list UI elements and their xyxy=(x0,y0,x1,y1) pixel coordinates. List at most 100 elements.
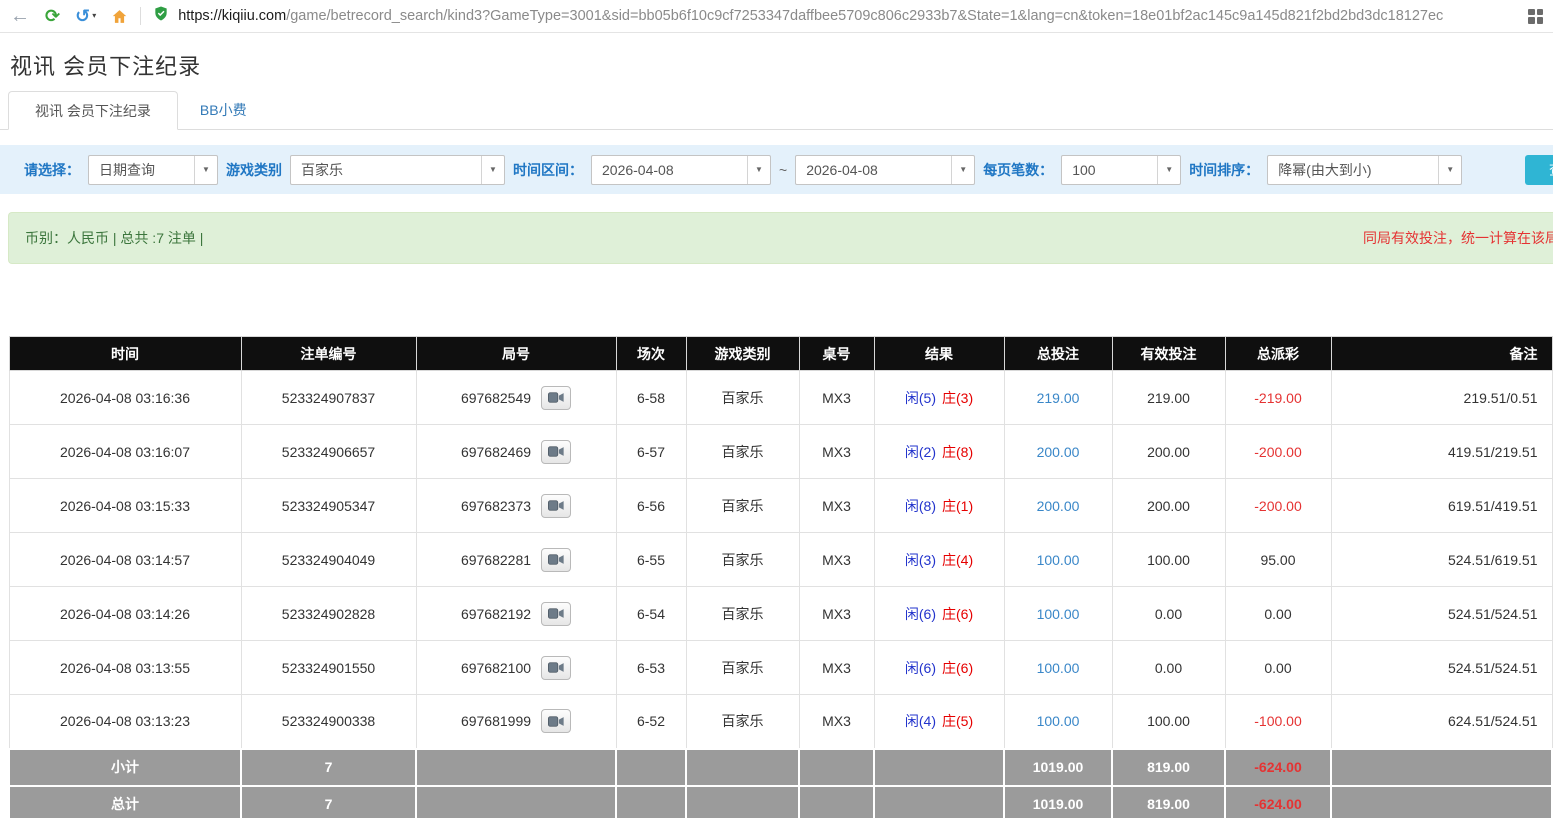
cell-result: 闲(5)庄(3) xyxy=(874,371,1004,425)
total-row-cell-8: 819.00 xyxy=(1112,786,1225,818)
game-type-select[interactable]: 百家乐 ▼ xyxy=(290,155,505,185)
game-type-label: 游戏类别 xyxy=(226,160,282,180)
column-header-4: 游戏类别 xyxy=(686,337,799,371)
back-icon[interactable]: ← xyxy=(10,6,30,26)
cell-game-type: 百家乐 xyxy=(686,479,799,533)
subtotal-row-cell-0: 小计 xyxy=(9,749,241,786)
result-player: 闲(3) xyxy=(905,552,936,568)
video-replay-button[interactable] xyxy=(541,709,571,733)
cell-total-bet[interactable]: 100.00 xyxy=(1004,641,1112,695)
video-replay-button[interactable] xyxy=(541,548,571,572)
date-from-input[interactable]: 2026-04-08 ▼ xyxy=(591,155,771,185)
page-size-select[interactable]: 100 ▼ xyxy=(1061,155,1181,185)
sort-order-select[interactable]: 降幂(由大到小) ▼ xyxy=(1267,155,1462,185)
result-banker: 庄(1) xyxy=(942,498,973,514)
total-row: 总计71019.00819.00-624.00 xyxy=(9,786,1552,818)
cell-session: 6-52 xyxy=(616,695,686,749)
home-icon[interactable] xyxy=(111,8,128,25)
cell-total-bet[interactable]: 200.00 xyxy=(1004,479,1112,533)
cell-bet-id: 523324905347 xyxy=(241,479,416,533)
cell-result: 闲(3)庄(4) xyxy=(874,533,1004,587)
chevron-down-icon: ▼ xyxy=(194,156,217,184)
cell-table-no: MX3 xyxy=(799,641,874,695)
chevron-down-icon: ▼ xyxy=(747,156,770,184)
cell-table-no: MX3 xyxy=(799,371,874,425)
cell-valid-bet: 100.00 xyxy=(1112,533,1225,587)
cell-round-id: 697682469 xyxy=(416,425,616,479)
cell-result: 闲(4)庄(5) xyxy=(874,695,1004,749)
subtotal-row-cell-7: 1019.00 xyxy=(1004,749,1112,786)
date-range-separator: ~ xyxy=(779,162,787,178)
tab-bb-tip[interactable]: BB小费 xyxy=(178,91,269,129)
column-header-6: 结果 xyxy=(874,337,1004,371)
records-table: 时间注单编号局号场次游戏类别桌号结果总投注有效投注总派彩备注 2026-04-0… xyxy=(8,336,1553,818)
subtotal-row-cell-8: 819.00 xyxy=(1112,749,1225,786)
tab-bet-records[interactable]: 视讯 会员下注纪录 xyxy=(8,91,178,130)
total-row-cell-10 xyxy=(1331,786,1552,818)
total-row-cell-7: 1019.00 xyxy=(1004,786,1112,818)
toolbar-right xyxy=(1528,9,1543,24)
chevron-down-icon: ▾ xyxy=(92,12,96,20)
cell-total-bet[interactable]: 200.00 xyxy=(1004,425,1112,479)
video-replay-button[interactable] xyxy=(541,494,571,518)
result-banker: 庄(6) xyxy=(942,660,973,676)
cell-result: 闲(8) 庄(1) xyxy=(874,479,1004,533)
cell-payout: 95.00 xyxy=(1225,533,1331,587)
cell-note: 219.51/0.51 xyxy=(1331,371,1552,425)
video-replay-button[interactable] xyxy=(541,602,571,626)
total-row-cell-0: 总计 xyxy=(9,786,241,818)
cell-note: 524.51/524.51 xyxy=(1331,587,1552,641)
cell-total-bet[interactable]: 219.00 xyxy=(1004,371,1112,425)
cell-note: 624.51/524.51 xyxy=(1331,695,1552,749)
cell-game-type: 百家乐 xyxy=(686,641,799,695)
toolbar-divider xyxy=(140,7,141,25)
total-row-cell-2 xyxy=(416,786,616,818)
security-shield-icon xyxy=(153,5,169,27)
cell-result: 闲(6)庄(6) xyxy=(874,641,1004,695)
subtotal-row-cell-10 xyxy=(1331,749,1552,786)
column-header-0: 时间 xyxy=(9,337,241,371)
query-mode-select[interactable]: 日期查询 ▼ xyxy=(88,155,218,185)
total-row-cell-5 xyxy=(799,786,874,818)
result-player: 闲(5) xyxy=(905,390,936,406)
cell-bet-id: 523324907837 xyxy=(241,371,416,425)
cell-result: 闲(6)庄(6) xyxy=(874,587,1004,641)
cell-session: 6-57 xyxy=(616,425,686,479)
video-replay-button[interactable] xyxy=(541,440,571,464)
column-header-7: 总投注 xyxy=(1004,337,1112,371)
subtotal-row-cell-4 xyxy=(686,749,799,786)
search-button[interactable]: 查询 xyxy=(1525,155,1553,185)
tab-bar: 视讯 会员下注纪录 BB小费 xyxy=(0,91,1553,130)
cell-game-type: 百家乐 xyxy=(686,587,799,641)
video-replay-button[interactable] xyxy=(541,386,571,410)
result-player: 闲(4) xyxy=(905,713,936,729)
cell-total-bet[interactable]: 100.00 xyxy=(1004,587,1112,641)
game-type-value: 百家乐 xyxy=(291,160,481,180)
video-replay-button[interactable] xyxy=(541,656,571,680)
record-row: 2026-04-08 03:15:33523324905347697682373… xyxy=(9,479,1552,533)
cell-valid-bet: 200.00 xyxy=(1112,425,1225,479)
cell-round-id: 697682100 xyxy=(416,641,616,695)
subtotal-row-cell-6 xyxy=(874,749,1004,786)
cell-time: 2026-04-08 03:14:26 xyxy=(9,587,241,641)
round-id-text: 697682192 xyxy=(461,606,531,622)
url-domain: https://kiqiiu.com xyxy=(178,8,286,24)
browser-nav-icons: ← ⟳ ↺▾ xyxy=(10,6,128,26)
refresh-icon[interactable]: ⟳ xyxy=(45,7,60,25)
round-id-text: 697682100 xyxy=(461,660,531,676)
cell-time: 2026-04-08 03:13:55 xyxy=(9,641,241,695)
result-player: 闲(8) xyxy=(905,498,936,514)
cell-valid-bet: 200.00 xyxy=(1112,479,1225,533)
subtotal-row-cell-3 xyxy=(616,749,686,786)
chevron-down-icon: ▼ xyxy=(951,156,974,184)
cell-total-bet[interactable]: 100.00 xyxy=(1004,695,1112,749)
date-to-input[interactable]: 2026-04-08 ▼ xyxy=(795,155,975,185)
cell-total-bet[interactable]: 100.00 xyxy=(1004,533,1112,587)
cell-payout: -200.00 xyxy=(1225,479,1331,533)
apps-grid-icon[interactable] xyxy=(1528,9,1543,24)
cell-session: 6-58 xyxy=(616,371,686,425)
cell-bet-id: 523324902828 xyxy=(241,587,416,641)
undo-icon[interactable]: ↺▾ xyxy=(75,7,96,25)
address-bar[interactable]: https://kiqiiu.com/game/betrecord_search… xyxy=(153,5,1518,27)
subtotal-row-cell-5 xyxy=(799,749,874,786)
